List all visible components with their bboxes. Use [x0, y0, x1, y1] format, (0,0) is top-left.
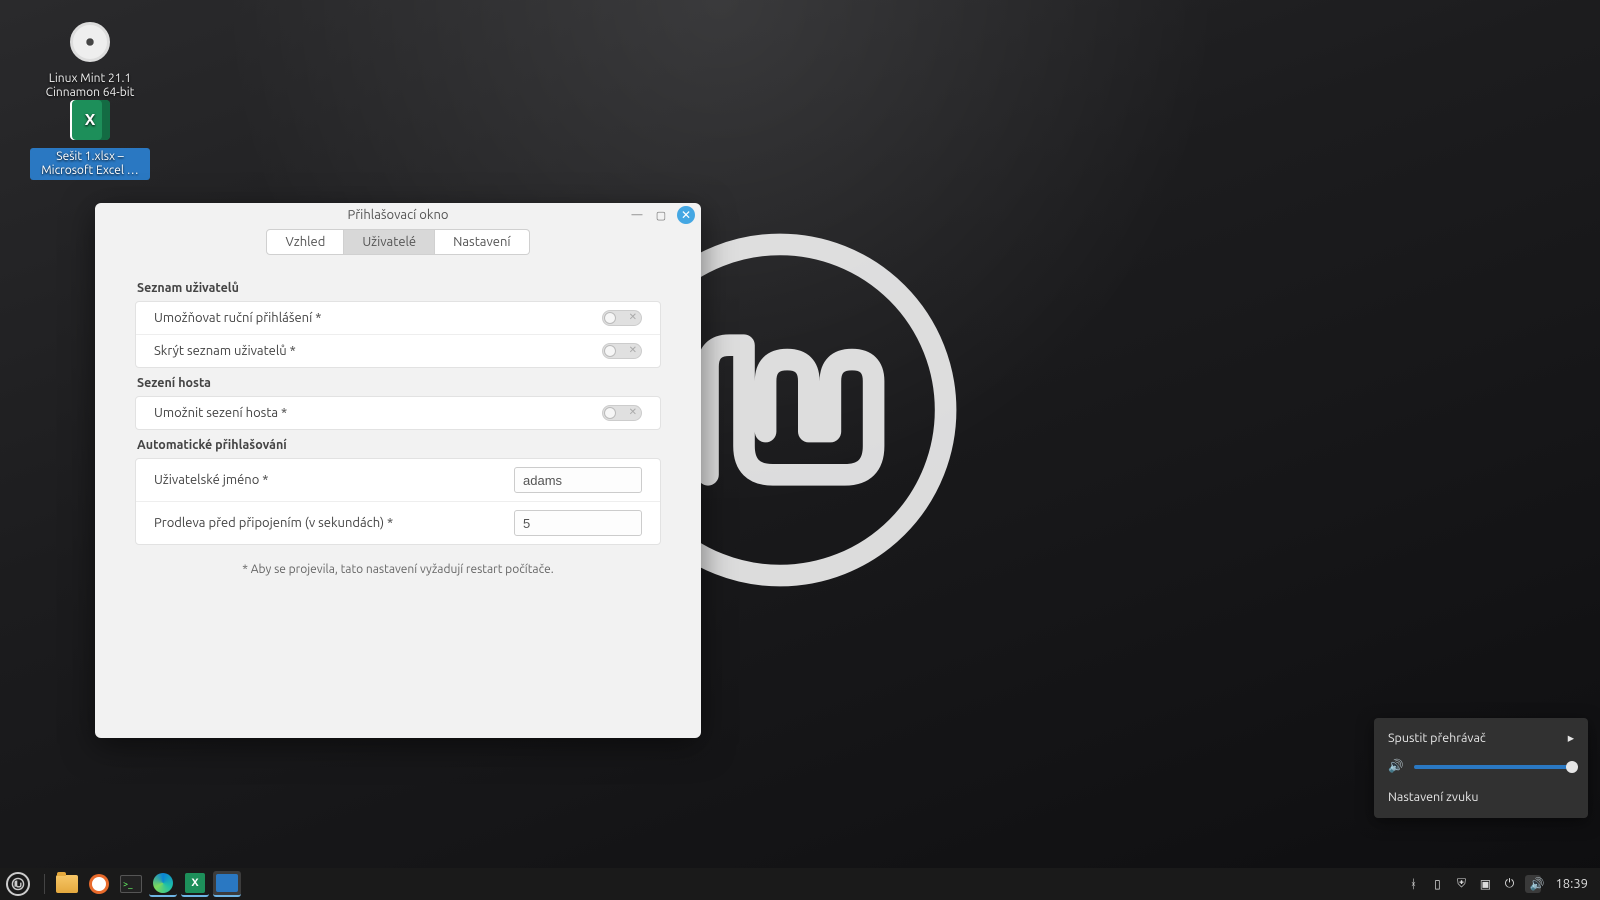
battery-icon[interactable]: ▯ [1429, 877, 1445, 891]
row-label: Uživatelské jméno * [154, 473, 514, 487]
clock[interactable]: 18:39 [1555, 877, 1588, 891]
desktop-icon-label: Sešit 1.xlsx – Microsoft Excel … [30, 148, 150, 180]
row-label: Prodleva před připojením (v sekundách) * [154, 516, 514, 530]
row-username: Uživatelské jméno * [136, 459, 660, 501]
sound-applet-popup: Spustit přehrávač ▸ 🔊 Nastavení zvuku [1374, 718, 1588, 818]
taskbar: >_ X ᚼ ▯ ⛨ ▣ ⏻ 🔊 18:39 [0, 868, 1600, 900]
sound-settings-link[interactable]: Nastavení zvuku [1388, 790, 1479, 804]
close-button[interactable]: ✕ [677, 206, 695, 224]
login-window-settings: Přihlašovací okno — ▢ ✕ Vzhled Uživatelé… [95, 203, 701, 738]
tab-users[interactable]: Uživatelé [344, 229, 435, 255]
bluetooth-icon[interactable]: ᚼ [1405, 878, 1421, 891]
toggle-hide-userlist[interactable]: ✕ [602, 343, 642, 359]
row-manual-login: Umožňovat ruční přihlášení * ✕ [136, 302, 660, 334]
system-tray: ᚼ ▯ ⛨ ▣ ⏻ 🔊 18:39 [1405, 875, 1594, 893]
section-title-guest: Sezení hosta [137, 376, 661, 390]
task-firefox[interactable] [85, 871, 113, 897]
tab-settings[interactable]: Nastavení [435, 229, 529, 255]
folder-icon [56, 875, 78, 893]
row-hide-userlist: Skrýt seznam uživatelů * ✕ [136, 334, 660, 367]
tabs: Vzhled Uživatelé Nastavení [95, 229, 701, 255]
row-guest-session: Umožnit sezení hosta * ✕ [136, 397, 660, 429]
sound-tray-icon[interactable]: 🔊 [1525, 875, 1541, 893]
toggle-guest-session[interactable]: ✕ [602, 405, 642, 421]
restart-note: * Aby se projevila, tato nastavení vyžad… [135, 563, 661, 576]
minimize-button[interactable]: — [629, 207, 645, 223]
firefox-icon [89, 874, 109, 894]
row-label: Skrýt seznam uživatelů * [154, 344, 602, 358]
task-login-window[interactable] [213, 871, 241, 897]
task-edge[interactable] [149, 871, 177, 897]
tab-appearance[interactable]: Vzhled [266, 229, 344, 255]
toggle-manual-login[interactable]: ✕ [602, 310, 642, 326]
edge-icon [153, 873, 173, 893]
launch-player-link[interactable]: Spustit přehrávač [1388, 731, 1486, 745]
excel-icon: X [185, 873, 205, 893]
speaker-icon[interactable]: 🔊 [1388, 759, 1404, 774]
display-icon[interactable]: ▣ [1477, 877, 1493, 891]
window-icon [216, 874, 238, 892]
window-titlebar[interactable]: Přihlašovací okno — ▢ ✕ [95, 203, 701, 227]
excel-file-icon: X [66, 96, 114, 144]
desktop-icon-installer[interactable]: Linux Mint 21.1 Cinnamon 64-bit [30, 18, 150, 102]
desktop-icon-excel-file[interactable]: X Sešit 1.xlsx – Microsoft Excel … [30, 96, 150, 180]
row-delay: Prodleva před připojením (v sekundách) * [136, 501, 660, 544]
row-label: Umožňovat ruční přihlášení * [154, 311, 602, 325]
task-files[interactable] [53, 871, 81, 897]
group-guest: Umožnit sezení hosta * ✕ [135, 396, 661, 430]
group-userlist: Umožňovat ruční přihlášení * ✕ Skrýt sez… [135, 301, 661, 368]
section-title-userlist: Seznam uživatelů [137, 281, 661, 295]
delay-input[interactable] [514, 510, 642, 536]
username-input[interactable] [514, 467, 642, 493]
maximize-button[interactable]: ▢ [653, 207, 669, 223]
network-icon[interactable]: ⏻ [1501, 877, 1517, 891]
row-label: Umožnit sezení hosta * [154, 406, 602, 420]
disc-icon [66, 18, 114, 66]
shield-icon[interactable]: ⛨ [1453, 877, 1469, 891]
chevron-right-icon[interactable]: ▸ [1568, 730, 1574, 745]
task-excel[interactable]: X [181, 871, 209, 897]
section-title-autologin: Automatické přihlašování [137, 438, 661, 452]
volume-slider[interactable] [1414, 765, 1574, 769]
task-terminal[interactable]: >_ [117, 871, 145, 897]
terminal-icon: >_ [120, 875, 142, 893]
window-title: Přihlašovací okno [347, 208, 448, 222]
menu-button[interactable] [6, 872, 30, 896]
group-autologin: Uživatelské jméno * Prodleva před připoj… [135, 458, 661, 545]
